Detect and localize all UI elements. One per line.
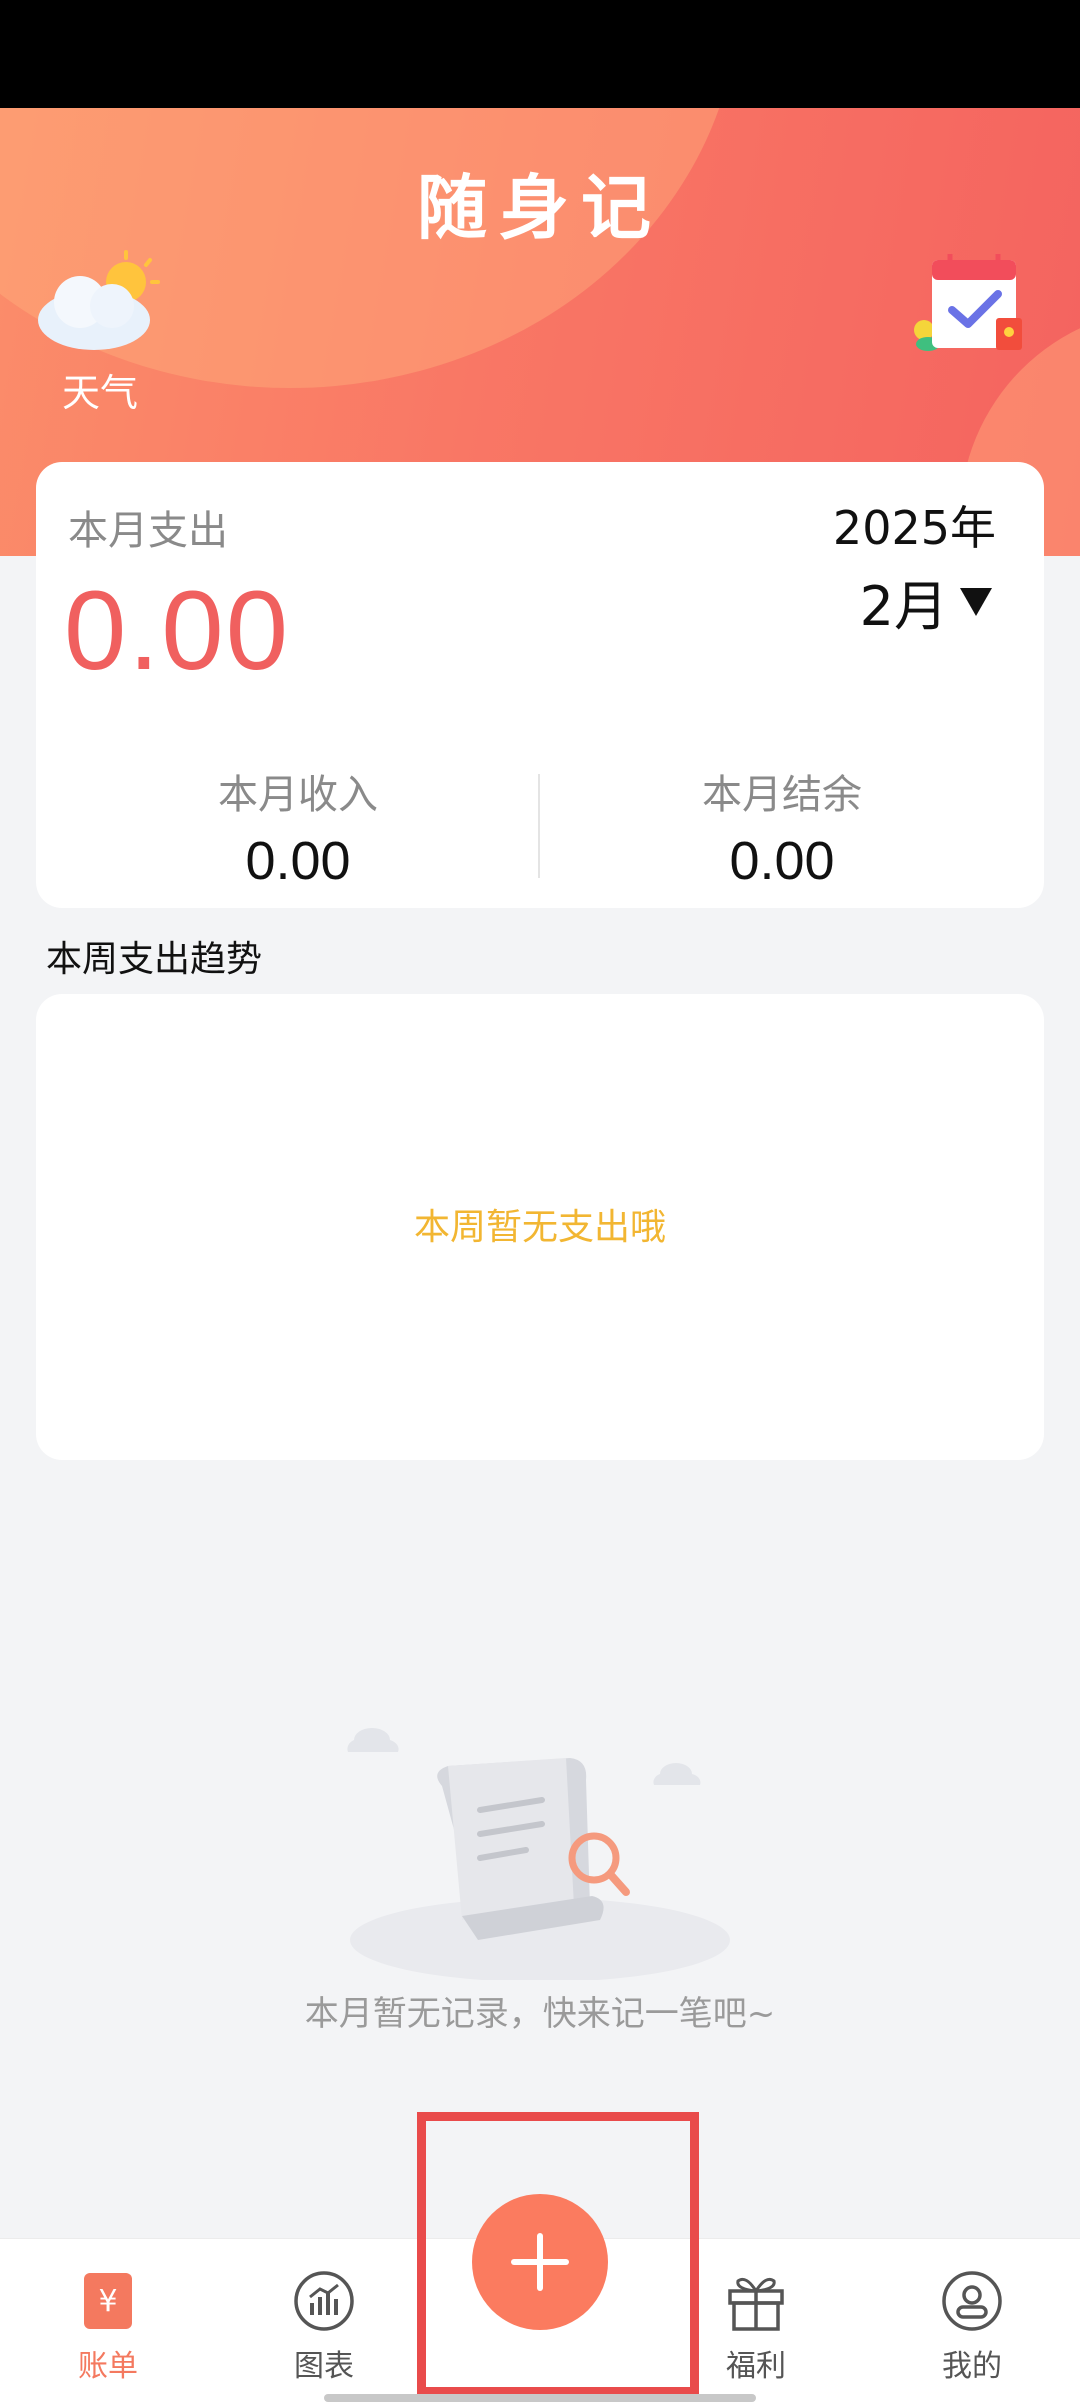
status-bar bbox=[0, 0, 1080, 108]
weather-label: 天气 bbox=[61, 371, 138, 415]
tab-bills-label: 账单 bbox=[78, 2349, 138, 2384]
divider bbox=[538, 774, 540, 878]
expense-label: 本月支出 bbox=[68, 508, 228, 554]
tab-welfare-label: 福利 bbox=[726, 2349, 786, 2384]
balance-label: 本月结余 bbox=[702, 772, 862, 818]
income-label: 本月收入 bbox=[218, 772, 378, 818]
expense-value: 0.00 bbox=[64, 568, 290, 693]
checkin-calendar-button[interactable] bbox=[910, 252, 1030, 362]
bill-icon: ¥ bbox=[84, 2273, 132, 2329]
home-indicator bbox=[324, 2394, 756, 2402]
tab-mine-label: 我的 bbox=[942, 2349, 1002, 2384]
monthly-summary-card: 本月支出 0.00 2025年 2月 本月收入 0.00 本月结余 0.00 bbox=[36, 462, 1044, 908]
weather-icon bbox=[38, 250, 160, 350]
month-selector[interactable]: 2月 bbox=[860, 562, 992, 641]
tab-bills[interactable]: ¥ 账单 bbox=[28, 2269, 188, 2385]
svg-text:¥: ¥ bbox=[98, 2284, 117, 2319]
weekly-trend-card: 本周暂无支出哦 bbox=[36, 994, 1044, 1460]
page-title: 随身记 bbox=[417, 167, 663, 249]
add-record-button[interactable] bbox=[472, 2194, 608, 2330]
tab-charts-label: 图表 bbox=[294, 2349, 354, 2384]
records-empty-text: 本月暂无记录，快来记一笔吧~ bbox=[304, 1994, 776, 2034]
empty-records-illustration bbox=[347, 1728, 730, 1980]
balance-stat: 本月结余 0.00 bbox=[632, 762, 932, 892]
income-value: 0.00 bbox=[245, 831, 351, 891]
weekly-empty-text: 本周暂无支出哦 bbox=[413, 1207, 666, 1248]
income-stat: 本月收入 0.00 bbox=[148, 762, 448, 892]
tab-welfare[interactable]: 福利 bbox=[676, 2269, 836, 2385]
weather-button[interactable]: 天气 bbox=[30, 248, 170, 418]
year-label: 2025年 bbox=[832, 501, 996, 555]
chart-icon bbox=[294, 2271, 354, 2331]
balance-value: 0.00 bbox=[729, 831, 835, 891]
profile-icon bbox=[942, 2271, 1002, 2331]
plus-icon bbox=[511, 2233, 569, 2291]
gift-icon bbox=[728, 2277, 784, 2331]
weekly-trend-title: 本周支出趋势 bbox=[46, 939, 263, 980]
tab-mine[interactable]: 我的 bbox=[892, 2269, 1052, 2385]
month-label: 2月 bbox=[859, 575, 948, 638]
tab-charts[interactable]: 图表 bbox=[244, 2269, 404, 2385]
calendar-check-icon bbox=[914, 254, 1022, 351]
dropdown-triangle-icon bbox=[960, 587, 992, 616]
